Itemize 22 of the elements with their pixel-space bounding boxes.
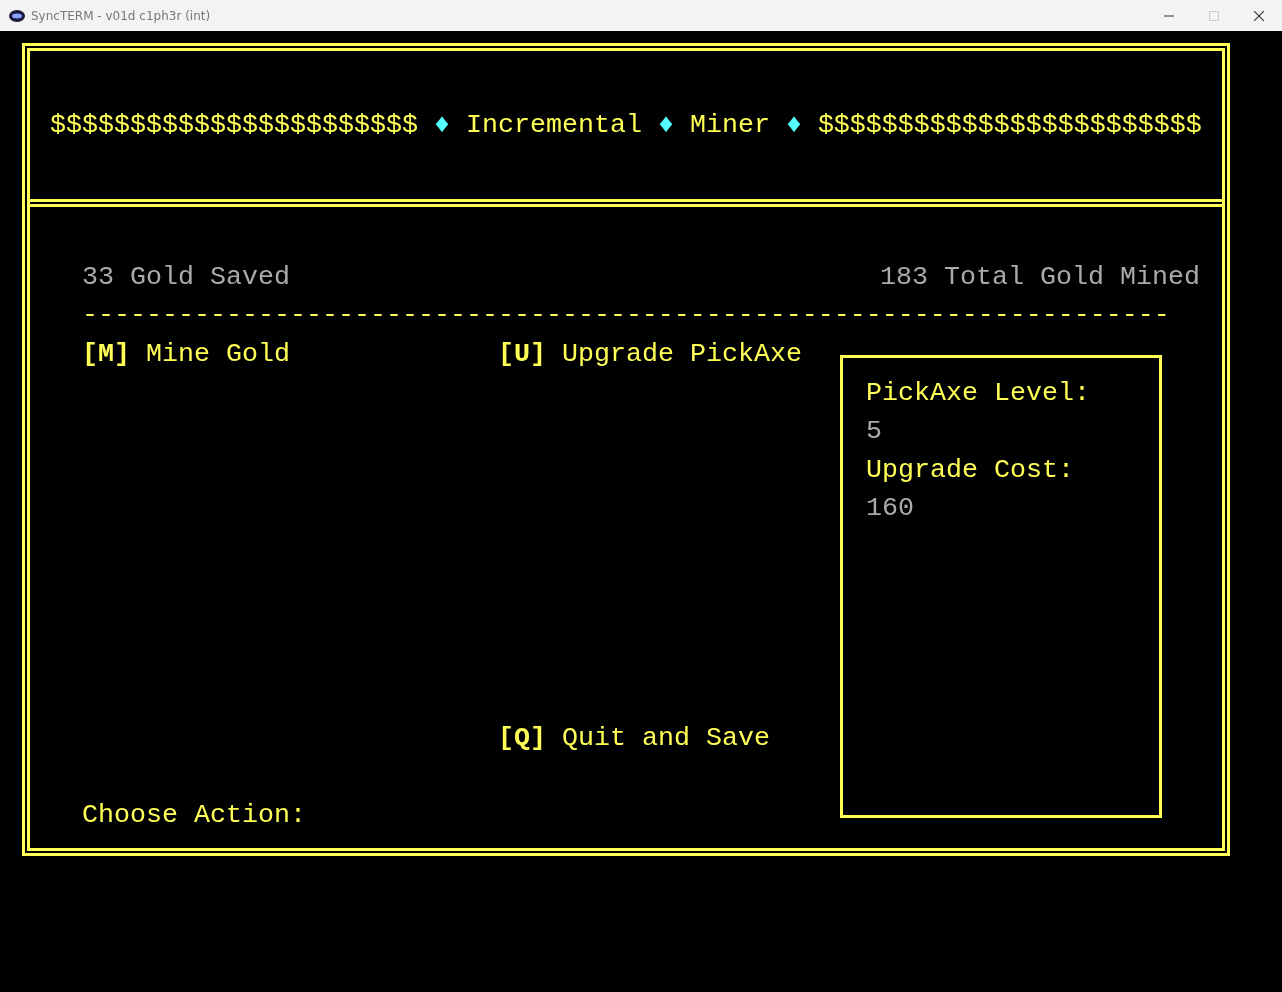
menu-option[interactable]: [M] Mine Gold [82, 334, 290, 374]
banner-title: Miner [689, 108, 770, 142]
menu-option[interactable]: [Q] Quit and Save [498, 718, 770, 758]
diamond-glyph: ♦ [657, 108, 674, 142]
info-value: 160 [866, 492, 914, 523]
info-value: 5 [866, 416, 882, 447]
banner-title: Incremental [465, 108, 642, 142]
info-label: PickAxe Level: [866, 377, 1090, 408]
total-mined-count: 183 Total Gold Mined [880, 261, 1200, 294]
info-label: Upgrade Cost: [866, 454, 1074, 485]
diamond-glyph: ♦ [433, 108, 450, 142]
savings-count: 33 Gold Saved [82, 261, 290, 294]
window-title: SyncTERM - v01d c1ph3r (int) [31, 8, 211, 23]
close-icon[interactable] [1254, 10, 1264, 21]
menu-option[interactable]: [U] Upgrade PickAxe [498, 334, 802, 374]
dollar-signs: $$$$$$$$$$$$$$$$$$$$$$$ [50, 108, 418, 142]
app-icon [9, 9, 25, 22]
maximize-icon[interactable] [1209, 10, 1219, 21]
dollar-signs: $$$$$$$$$$$$$$$$$$$$$$$$ [817, 108, 1202, 142]
diamond-glyph: ♦ [785, 108, 802, 142]
action-prompt: Choose Action: [82, 799, 306, 830]
dashed-divider: -------------------------------------------------------------------- [82, 300, 1170, 331]
